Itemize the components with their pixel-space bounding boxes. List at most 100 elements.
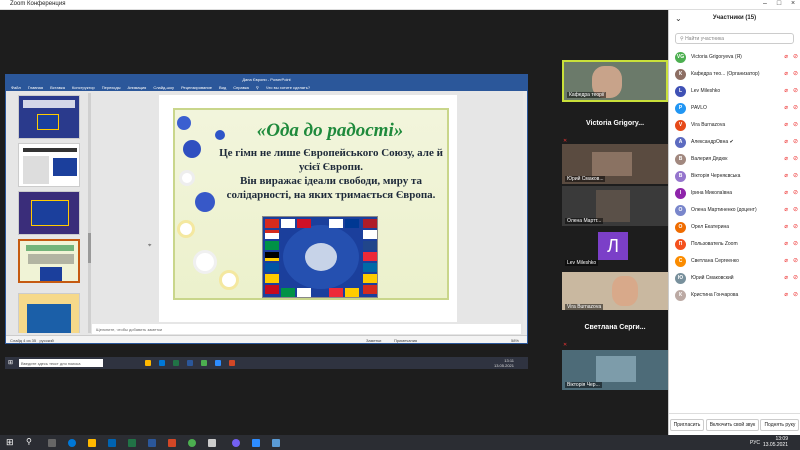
participant-search-input[interactable]: ⚲ Найти участника: [675, 33, 794, 44]
maximize-button[interactable]: □: [772, 0, 786, 7]
participant-row[interactable]: В Вікторія Черняєвська ⌀ ⊘: [669, 168, 800, 185]
slide-counter: Слайд 4 из 35: [10, 338, 37, 343]
tab-transitions[interactable]: Переходы: [102, 85, 121, 90]
windows-start-icon[interactable]: ⊞: [6, 437, 14, 448]
thumbnail-scrollbar[interactable]: [88, 93, 91, 333]
tab-home[interactable]: Главная: [28, 85, 43, 90]
slide-thumbnail[interactable]: [18, 191, 80, 235]
excel-icon[interactable]: [173, 360, 179, 366]
video-tile[interactable]: Victoria Grigory... ✕: [562, 106, 668, 146]
muted-mic-icon: ✕: [563, 342, 568, 348]
slide-thumbnail[interactable]: 2: [18, 95, 80, 139]
avatar: К: [675, 69, 686, 80]
muted-mic-icon: ⌀: [784, 190, 788, 196]
video-off-icon: ⊘: [792, 156, 798, 162]
notes-pane[interactable]: Щелкните, чтобы добавить заметки: [92, 324, 521, 334]
participant-row[interactable]: L Lev Mileshko ⌀ ⊘: [669, 83, 800, 100]
tab-help[interactable]: Справка: [233, 85, 249, 90]
slide-scrollbar[interactable]: [523, 91, 527, 335]
participant-row[interactable]: V Vira Burnazova ⌀ ⊘: [669, 117, 800, 134]
ppt-search-hint[interactable]: Что вы хотите сделать?: [266, 85, 310, 90]
word-icon[interactable]: [148, 439, 156, 447]
edge-icon[interactable]: [68, 439, 76, 447]
word-icon[interactable]: [187, 360, 193, 366]
app-icon[interactable]: [208, 439, 216, 447]
participants-footer: Пригласить Включить свой звук Поднять ру…: [669, 413, 800, 435]
daisy-decoration: [193, 250, 217, 274]
minimize-button[interactable]: –: [758, 0, 772, 7]
participant-row[interactable]: К Кафедра тео... (Организатор) ⌀ ⊘: [669, 66, 800, 83]
video-off-icon: ⊘: [792, 105, 798, 111]
participant-name: Ірина Миколаївна: [691, 190, 733, 196]
participants-title: Участники (15): [712, 15, 757, 21]
viber-icon[interactable]: [232, 439, 240, 447]
app-icon[interactable]: [272, 439, 280, 447]
video-tile[interactable]: Кафедра теорії: [562, 60, 668, 102]
avatar: О: [675, 222, 686, 233]
inner-taskbar-clock: 13:11 13.05.2021: [493, 358, 514, 368]
zoom-app-icon[interactable]: [252, 439, 260, 447]
avatar: VG: [675, 52, 686, 63]
unmute-self-button[interactable]: Включить свой звук: [705, 418, 760, 431]
tile-name: Lev Mileshko: [565, 260, 599, 266]
participant-row[interactable]: П Пользователь Zoom ⌀ ⊘: [669, 236, 800, 253]
taskbar-search-input[interactable]: Введите здесь текст для поиска: [19, 359, 103, 367]
video-tile[interactable]: Светлана Серги... ✕: [562, 310, 668, 350]
language-indicator[interactable]: РУС: [750, 440, 760, 446]
zoom-level[interactable]: 58%: [511, 338, 519, 343]
invite-button[interactable]: Пригласить: [669, 418, 705, 431]
avatar: В: [675, 171, 686, 182]
participant-row[interactable]: P PAVLO ⌀ ⊘: [669, 100, 800, 117]
tab-view[interactable]: Вид: [219, 85, 226, 90]
windows-start-icon[interactable]: ⊞: [8, 359, 13, 366]
notes-toggle[interactable]: Заметки: [366, 338, 381, 343]
participant-row[interactable]: О Олена Мартиненко (доцент) ⌀ ⊘: [669, 202, 800, 219]
participant-row[interactable]: К Кристина Гончарова ⌀ ⊘: [669, 287, 800, 304]
tab-insert[interactable]: Вставка: [50, 85, 65, 90]
zoom-app-icon[interactable]: [215, 360, 221, 366]
search-icon[interactable]: ⚲: [26, 437, 32, 446]
tile-name: Victoria Grigory...: [585, 120, 645, 127]
slide-thumbnail-selected[interactable]: 4: [18, 239, 80, 283]
zoom-window-title: Zoom Конференция: [10, 1, 66, 7]
chrome-icon[interactable]: [201, 360, 207, 366]
tab-animations[interactable]: Анимация: [128, 85, 147, 90]
video-tile[interactable]: Л Lev Mileshko: [562, 228, 668, 268]
explorer-icon[interactable]: [145, 360, 151, 366]
comments-toggle[interactable]: Примечания: [394, 338, 417, 343]
video-tile[interactable]: Юрий Смаков...: [562, 144, 668, 184]
video-tile[interactable]: Vira Burnazova: [562, 272, 668, 312]
participant-name: Олена Мартиненко (доцент): [691, 207, 757, 213]
avatar: І: [675, 188, 686, 199]
slide-canvas[interactable]: «Ода до радості» Це гімн не лише Європей…: [159, 95, 457, 322]
task-view-icon[interactable]: [48, 439, 56, 447]
participant-row[interactable]: VG Victoria Grigoryeva (Я) ⌀ ⊘: [669, 49, 800, 66]
video-tile[interactable]: Вікторія Чер...: [562, 350, 668, 390]
participant-row[interactable]: Ю Юрий Смаковский ⌀ ⊘: [669, 270, 800, 287]
participant-name: PAVLO: [691, 105, 707, 111]
tab-review[interactable]: Рецензирование: [181, 85, 212, 90]
explorer-icon[interactable]: [88, 439, 96, 447]
taskbar-clock[interactable]: 13:09 13.05.2021: [763, 436, 788, 448]
slide-thumbnail[interactable]: 3: [18, 143, 80, 187]
tab-design[interactable]: Конструктор: [72, 85, 95, 90]
participant-row[interactable]: І Ірина Миколаївна ⌀ ⊘: [669, 185, 800, 202]
video-tile[interactable]: Олена Мартт...: [562, 186, 668, 226]
slide-thumbnail[interactable]: [18, 293, 80, 333]
participant-row[interactable]: В Валерия Дядюк ⌀ ⊘: [669, 151, 800, 168]
tab-file[interactable]: Файл: [11, 85, 21, 90]
store-icon[interactable]: [108, 439, 116, 447]
participant-row[interactable]: О Орел Екатерина ⌀ ⊘: [669, 219, 800, 236]
powerpoint-icon[interactable]: [229, 360, 235, 366]
edge-icon[interactable]: [159, 360, 165, 366]
excel-icon[interactable]: [128, 439, 136, 447]
raise-hand-button[interactable]: Поднять руку: [760, 418, 800, 431]
close-button[interactable]: ×: [786, 0, 800, 7]
powerpoint-icon[interactable]: [168, 439, 176, 447]
tile-name: Кафедра теорії: [567, 92, 607, 98]
avatar: Л: [598, 232, 628, 260]
participant-row[interactable]: С Светлана Сергеенко ⌀ ⊘: [669, 253, 800, 270]
chrome-icon[interactable]: [188, 439, 196, 447]
participant-row[interactable]: А АлександрОвна ✔ ⌀ ⊘: [669, 134, 800, 151]
tab-slideshow[interactable]: Слайд-шоу: [153, 85, 174, 90]
